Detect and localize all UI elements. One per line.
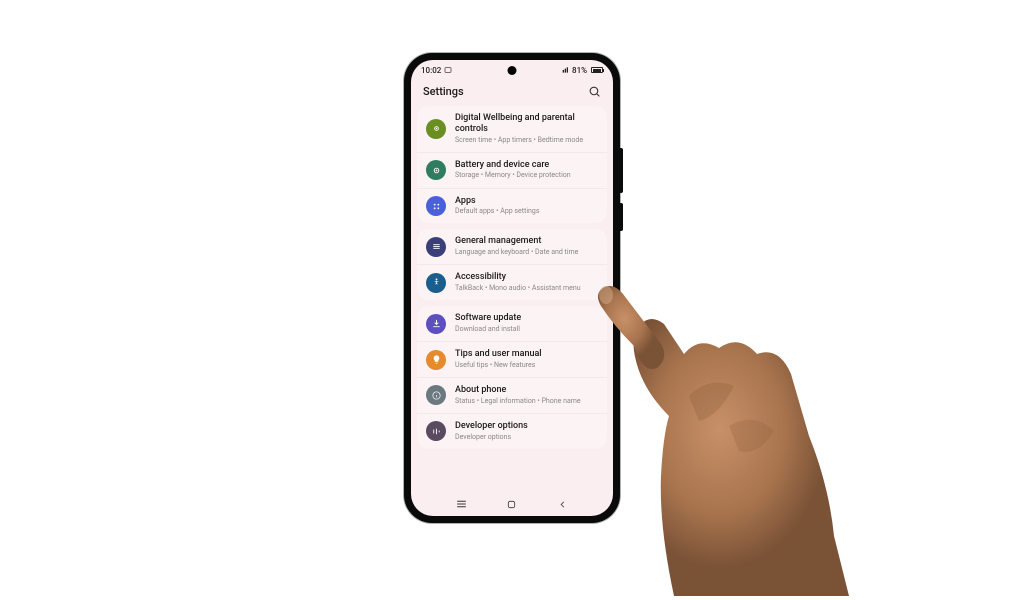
item-title: Apps: [455, 196, 598, 207]
settings-item-developer-options[interactable]: Developer options Developer options: [417, 414, 607, 449]
item-subtitle: Screen time • App timers • Bedtime mode: [455, 136, 598, 145]
settings-group: Software update Download and install Tip…: [417, 306, 607, 449]
item-title: Battery and device care: [455, 160, 598, 171]
page-title: Settings: [423, 85, 464, 98]
settings-item-accessibility[interactable]: Accessibility TalkBack • Mono audio • As…: [417, 265, 607, 300]
signal-icon: [562, 66, 570, 74]
item-subtitle: Developer options: [455, 433, 598, 442]
settings-item-general-management[interactable]: General management Language and keyboard…: [417, 229, 607, 265]
back-button[interactable]: [556, 497, 570, 511]
volume-button: [620, 148, 623, 193]
apps-icon: [426, 196, 446, 216]
item-subtitle: Useful tips • New features: [455, 361, 598, 370]
item-title: Digital Wellbeing and parental controls: [455, 113, 598, 135]
about-phone-icon: [426, 385, 446, 405]
item-subtitle: Storage • Memory • Device protection: [455, 171, 598, 180]
item-subtitle: Language and keyboard • Date and time: [455, 248, 598, 257]
hand-overlay: [579, 276, 859, 596]
navigation-bar: [411, 492, 613, 516]
item-title: Accessibility: [455, 272, 598, 283]
item-subtitle: Default apps • App settings: [455, 207, 598, 216]
item-title: Tips and user manual: [455, 349, 598, 360]
settings-item-wellbeing[interactable]: Digital Wellbeing and parental controls …: [417, 106, 607, 153]
recents-icon: [455, 499, 468, 509]
phone-frame: 10:02 81% Settings Digital Wellbeing: [404, 53, 620, 523]
settings-item-about-phone[interactable]: About phone Status • Legal information •…: [417, 378, 607, 414]
status-time: 10:02: [421, 66, 441, 75]
settings-list[interactable]: Digital Wellbeing and parental controls …: [411, 106, 613, 492]
camera-hole: [508, 66, 517, 75]
settings-item-apps[interactable]: Apps Default apps • App settings: [417, 189, 607, 224]
developer-options-icon: [426, 421, 446, 441]
wellbeing-icon: [426, 119, 446, 139]
software-update-icon: [426, 314, 446, 334]
general-management-icon: [426, 237, 446, 257]
battery-care-icon: [426, 160, 446, 180]
item-title: General management: [455, 236, 598, 247]
message-icon: [444, 66, 452, 74]
recents-button[interactable]: [454, 497, 468, 511]
accessibility-icon: [426, 273, 446, 293]
screen: 10:02 81% Settings Digital Wellbeing: [411, 60, 613, 516]
item-title: Developer options: [455, 421, 598, 432]
item-subtitle: Download and install: [455, 325, 598, 334]
battery-percent: 81%: [572, 66, 587, 75]
tips-icon: [426, 350, 446, 370]
header: Settings: [411, 80, 613, 106]
back-icon: [557, 499, 568, 510]
settings-item-tips[interactable]: Tips and user manual Useful tips • New f…: [417, 342, 607, 378]
home-icon: [506, 499, 517, 510]
search-icon: [588, 85, 601, 98]
item-title: Software update: [455, 313, 598, 324]
settings-group: Digital Wellbeing and parental controls …: [417, 106, 607, 223]
settings-item-software-update[interactable]: Software update Download and install: [417, 306, 607, 342]
settings-group: General management Language and keyboard…: [417, 229, 607, 300]
power-button: [620, 203, 623, 231]
item-subtitle: Status • Legal information • Phone name: [455, 397, 598, 406]
search-button[interactable]: [587, 84, 601, 98]
item-subtitle: TalkBack • Mono audio • Assistant menu: [455, 284, 598, 293]
item-title: About phone: [455, 385, 598, 396]
battery-icon: [591, 67, 603, 73]
settings-item-battery-care[interactable]: Battery and device care Storage • Memory…: [417, 153, 607, 189]
home-button[interactable]: [505, 497, 519, 511]
